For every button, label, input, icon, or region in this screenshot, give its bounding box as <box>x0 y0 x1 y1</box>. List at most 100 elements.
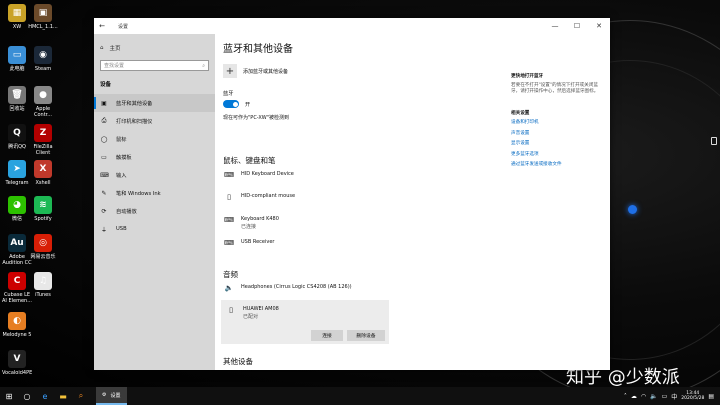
desktop-shortcut[interactable]: ▣ HMCL_1.1... <box>28 4 58 30</box>
nav-item-bluetooth[interactable]: ▣ 蓝牙和其他设备 <box>94 94 215 112</box>
folder-icon[interactable]: ▬ <box>56 389 70 403</box>
desktop-shortcut[interactable]: ◎ 网易云音乐 <box>28 234 58 260</box>
phone-icon <box>711 137 717 145</box>
desktop-shortcut[interactable]: ◉ Steam <box>28 46 58 72</box>
nav-list: ▣ 蓝牙和其他设备 ⎙ 打印机和扫描仪 ◯ 鼠标 ▭ 触摸板 ⌨ 输入 ✎ 笔和 Windows In… <box>94 94 215 238</box>
nav-item-pen[interactable]: ✎ 笔和 Windows Ink <box>94 184 215 202</box>
desktop-shortcut-label: Melodyne 5 <box>2 332 32 338</box>
device-status: 已配对 <box>243 314 259 320</box>
battery-icon[interactable]: ▭ <box>662 393 668 400</box>
volume-icon[interactable]: 🔈 <box>650 393 657 400</box>
device-name: USB Receiver <box>241 239 275 245</box>
desktop-shortcut[interactable]: V Vocaloid4PE <box>2 350 32 376</box>
nav-section-title: 设备 <box>100 82 112 88</box>
device-item[interactable]: ▯ HID-compliant mouse <box>223 193 295 201</box>
related-link[interactable]: 声音设置 <box>511 131 606 137</box>
nav-item-label: 输入 <box>116 172 127 179</box>
gear-icon: ⚙ <box>102 392 107 398</box>
device-item[interactable]: 🔈 Headphones (Cirrus Logic CS4208 (AB 126… <box>223 284 352 292</box>
system-tray: ˄ ☁ ◠ 🔈 ▭ 中 13:44 2020/5/28 ▤ <box>624 391 720 402</box>
bluetooth-toggle[interactable] <box>223 100 239 108</box>
nav-item-label: 笔和 Windows Ink <box>116 190 161 197</box>
melodyne-icon: ◐ <box>8 312 26 330</box>
nav-item-touchpad[interactable]: ▭ 触摸板 <box>94 148 215 166</box>
touchpad-icon: ▭ <box>101 153 107 161</box>
desktop-shortcut[interactable]: Z FileZilla Client <box>28 124 58 156</box>
desktop-shortcut[interactable]: X Xshell <box>28 160 58 186</box>
cortana-icon[interactable]: ○ <box>20 389 34 403</box>
itunes-icon: ♫ <box>34 272 52 290</box>
maximize-button[interactable]: ☐ <box>566 22 588 30</box>
windows-start-icon[interactable]: ⊞ <box>2 389 16 403</box>
search-input[interactable]: 查找设置 ⌕ <box>100 60 209 71</box>
nav-home[interactable]: ⌂ 主页 <box>100 44 121 52</box>
nav-item-label: 打印机和扫描仪 <box>116 118 153 125</box>
ime-icon[interactable]: 中 <box>671 392 677 401</box>
nav-home-label: 主页 <box>109 46 121 52</box>
desktop-shortcut[interactable]: ● Apple Contr... <box>28 86 58 118</box>
device-name: Keyboard K480 <box>241 216 279 222</box>
taskbar-app-settings[interactable]: ⚙ 设置 <box>96 387 127 405</box>
related-link[interactable]: 更多蓝牙选项 <box>511 152 606 158</box>
back-arrow-icon[interactable]: ← <box>94 22 110 30</box>
nav-item-label: 自动播放 <box>116 208 137 215</box>
remove-device-button[interactable]: 删除设备 <box>347 330 385 341</box>
chevron-up-icon[interactable]: ˄ <box>624 393 627 400</box>
device-item[interactable]: ⌨ HID Keyboard Device <box>223 171 294 179</box>
keyboard-icon: ⌨ <box>223 239 235 247</box>
nav-item-usb[interactable]: ⏚ USB <box>94 220 215 238</box>
selected-device-panel[interactable]: ▯ HUAWEI AM08 已配对 连接 删除设备 <box>221 300 389 344</box>
taskbar: ⊞ ○ e ▬ ⌕ ⚙ 设置 ˄ ☁ ◠ 🔈 ▭ 中 13:44 2020/5/… <box>0 387 720 405</box>
device-item[interactable]: ⌨ USB Receiver <box>223 239 275 247</box>
desktop-shortcut-label: iTunes <box>35 292 51 298</box>
main-content: 蓝牙和其他设备 + 添加蓝牙或其他设备 蓝牙 开 现在可作为"PC-XW"被检测… <box>215 34 610 370</box>
printer-icon: ⎙ <box>101 117 107 124</box>
settings-window: ← 设置 — ☐ ✕ ⌂ 主页 查找设置 ⌕ 设备 ▣ 蓝牙和其他设备 ⎙ 打印机和扫… <box>94 18 610 370</box>
usb-icon: ⏚ <box>100 226 107 234</box>
settings-nav: ⌂ 主页 查找设置 ⌕ 设备 ▣ 蓝牙和其他设备 ⎙ 打印机和扫描仪 ◯ 鼠标 ▭ 触摸板 ⌨ 输… <box>94 34 215 370</box>
bluetooth-icon: ▣ <box>101 99 107 107</box>
close-button[interactable]: ✕ <box>588 22 610 30</box>
device-name: HUAWEI AM08 <box>243 306 279 312</box>
phone-icon: ▯ <box>229 306 233 314</box>
nav-item-label: 鼠标 <box>116 136 127 143</box>
clock[interactable]: 13:44 2020/5/28 <box>681 391 704 402</box>
related-link[interactable]: 显示设置 <box>511 141 606 147</box>
home-icon: ⌂ <box>100 45 104 51</box>
notification-icon[interactable]: ▤ <box>708 393 714 400</box>
edge-icon[interactable]: e <box>38 389 52 403</box>
cubase-icon: C <box>8 272 26 290</box>
cloud-icon[interactable]: ☁ <box>631 393 637 400</box>
related-heading: 相关设置 <box>511 111 530 116</box>
autoplay-icon: ⟳ <box>101 207 107 215</box>
wifi-icon[interactable]: ◠ <box>641 393 646 400</box>
desktop-shortcut[interactable]: ≋ Spotify <box>28 196 58 222</box>
hmcl-icon: ▣ <box>34 4 52 22</box>
nav-item-autoplay[interactable]: ⟳ 自动播放 <box>94 202 215 220</box>
desktop-shortcut[interactable]: ♫ iTunes <box>28 272 58 298</box>
nav-item-mouse[interactable]: ◯ 鼠标 <box>94 130 215 148</box>
pen-icon: ✎ <box>101 189 107 197</box>
this-pc-icon: ▭ <box>8 46 26 64</box>
spotify-icon: ≋ <box>34 196 52 214</box>
taskbar-app-label: 设置 <box>110 392 121 399</box>
nav-item-label: 触摸板 <box>116 154 132 161</box>
desktop-shortcut[interactable]: ◐ Melodyne 5 <box>2 312 32 338</box>
related-link[interactable]: 设备和打印机 <box>511 120 606 126</box>
keyboard-icon: ⌨ <box>223 171 235 179</box>
title-bar: ← 设置 — ☐ ✕ <box>94 18 610 34</box>
add-device-button[interactable]: + 添加蓝牙或其他设备 <box>223 64 288 78</box>
minimize-button[interactable]: — <box>544 22 566 30</box>
nav-item-keyboard[interactable]: ⌨ 输入 <box>94 166 215 184</box>
related-link[interactable]: 通过蓝牙发送或接收文件 <box>511 162 606 168</box>
connect-button[interactable]: 连接 <box>311 330 343 341</box>
device-item[interactable]: ⌨ Keyboard K480 已连接 <box>223 216 279 230</box>
desktop-shortcut-label: 网易云音乐 <box>30 254 56 260</box>
bluetooth-toggle-row: 开 <box>223 100 250 108</box>
nav-item-printer[interactable]: ⎙ 打印机和扫描仪 <box>94 112 215 130</box>
desktop-shortcut-label: Steam <box>34 66 52 72</box>
quick-description: 若要在不打开"设置"的情况下打开或关闭蓝牙，请打开操作中心，然后选择蓝牙图标。 <box>511 83 599 94</box>
search-icon[interactable]: ⌕ <box>74 389 88 403</box>
mouse-icon: ◯ <box>100 135 108 143</box>
related-settings-panel: 更快地打开蓝牙 若要在不打开"设置"的情况下打开或关闭蓝牙，请打开操作中心，然后… <box>511 74 606 173</box>
